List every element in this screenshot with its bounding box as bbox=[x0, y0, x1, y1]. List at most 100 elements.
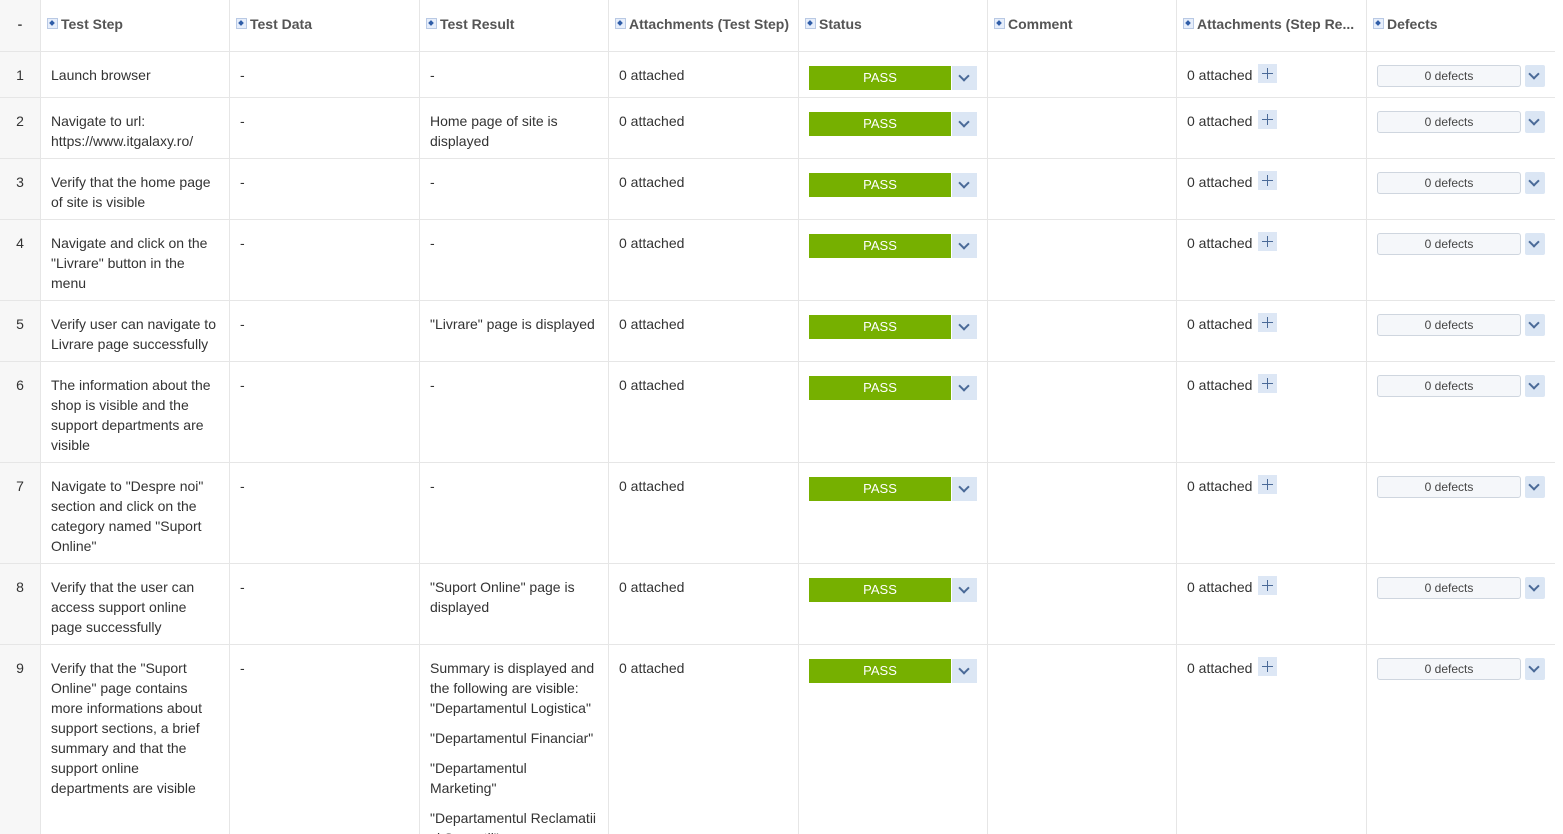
test-result-cell[interactable]: Home page of site is displayed bbox=[430, 98, 606, 151]
pin-icon[interactable] bbox=[1373, 18, 1384, 29]
header-comment[interactable]: Comment bbox=[994, 16, 1172, 32]
table-row[interactable]: 4 Navigate and click on the "Livrare" butt… bbox=[0, 220, 1555, 301]
status-dropdown-button[interactable] bbox=[952, 66, 977, 90]
status-pass-button[interactable]: PASS bbox=[809, 112, 951, 136]
pin-icon[interactable] bbox=[236, 18, 247, 29]
defects-dropdown-button[interactable] bbox=[1525, 577, 1545, 599]
test-result-cell[interactable]: Summary is displayed and the following ar… bbox=[430, 645, 606, 834]
status-pass-button[interactable]: PASS bbox=[809, 173, 951, 197]
header-defects[interactable]: Defects bbox=[1373, 16, 1551, 32]
header-test-step[interactable]: Test Step bbox=[47, 16, 225, 32]
comment-cell[interactable] bbox=[998, 98, 1174, 111]
defects-count-button[interactable]: 0 defects bbox=[1377, 658, 1521, 680]
header-attachments-test-step[interactable]: Attachments (Test Step) bbox=[615, 16, 797, 32]
status-select[interactable]: PASS bbox=[809, 477, 977, 501]
status-pass-button[interactable]: PASS bbox=[809, 66, 951, 90]
header-status[interactable]: Status bbox=[805, 16, 983, 32]
defects-count-button[interactable]: 0 defects bbox=[1377, 314, 1521, 336]
test-data-cell[interactable]: - bbox=[240, 98, 416, 131]
add-attachment-icon[interactable] bbox=[1258, 657, 1278, 676]
table-row[interactable]: 3 Verify that the home page of site is vis… bbox=[0, 159, 1555, 220]
status-dropdown-button[interactable] bbox=[952, 477, 977, 501]
status-select[interactable]: PASS bbox=[809, 66, 977, 90]
defects-count-button[interactable]: 0 defects bbox=[1377, 172, 1521, 194]
add-attachment-icon[interactable] bbox=[1258, 313, 1278, 332]
status-dropdown-button[interactable] bbox=[952, 234, 977, 258]
status-dropdown-button[interactable] bbox=[952, 659, 977, 683]
test-result-cell[interactable]: "Suport Online" page is displayed bbox=[430, 564, 606, 617]
test-step-cell[interactable]: Verify user can navigate to Livrare page … bbox=[51, 301, 227, 354]
defects-count-button[interactable]: 0 defects bbox=[1377, 65, 1521, 87]
add-attachment-icon[interactable] bbox=[1258, 374, 1278, 393]
defects-dropdown-button[interactable] bbox=[1525, 375, 1545, 397]
defects-count-button[interactable]: 0 defects bbox=[1377, 111, 1521, 133]
header-test-result[interactable]: Test Result bbox=[426, 16, 604, 32]
test-data-cell[interactable]: - bbox=[240, 220, 416, 253]
test-data-cell[interactable]: - bbox=[240, 52, 416, 85]
test-result-cell[interactable]: - bbox=[430, 220, 606, 253]
table-row[interactable]: 9 Verify that the "Suport Online" page con… bbox=[0, 645, 1555, 834]
status-pass-button[interactable]: PASS bbox=[809, 315, 951, 339]
status-pass-button[interactable]: PASS bbox=[809, 578, 951, 602]
test-step-cell[interactable]: The information about the shop is visible… bbox=[51, 362, 227, 455]
defects-dropdown-button[interactable] bbox=[1525, 314, 1545, 336]
status-select[interactable]: PASS bbox=[809, 376, 977, 400]
add-attachment-icon[interactable] bbox=[1258, 171, 1278, 190]
defects-dropdown-button[interactable] bbox=[1525, 476, 1545, 498]
comment-cell[interactable] bbox=[998, 362, 1174, 375]
test-data-cell[interactable]: - bbox=[240, 362, 416, 395]
pin-icon[interactable] bbox=[994, 18, 1005, 29]
defects-dropdown-button[interactable] bbox=[1525, 172, 1545, 194]
defects-dropdown-button[interactable] bbox=[1525, 111, 1545, 133]
defects-count-button[interactable]: 0 defects bbox=[1377, 577, 1521, 599]
status-select[interactable]: PASS bbox=[809, 234, 977, 258]
table-row[interactable]: 8 Verify that the user can access support … bbox=[0, 564, 1555, 645]
status-dropdown-button[interactable] bbox=[952, 315, 977, 339]
defects-dropdown-button[interactable] bbox=[1525, 233, 1545, 255]
test-data-cell[interactable]: - bbox=[240, 463, 416, 496]
test-step-cell[interactable]: Navigate to "Despre noi" section and clic… bbox=[51, 463, 227, 556]
status-pass-button[interactable]: PASS bbox=[809, 376, 951, 400]
test-result-cell[interactable]: - bbox=[430, 52, 606, 85]
add-attachment-icon[interactable] bbox=[1258, 110, 1278, 129]
test-result-cell[interactable]: "Livrare" page is displayed bbox=[430, 301, 606, 334]
status-dropdown-button[interactable] bbox=[952, 112, 977, 136]
comment-cell[interactable] bbox=[998, 52, 1174, 65]
test-data-cell[interactable]: - bbox=[240, 564, 416, 597]
status-dropdown-button[interactable] bbox=[952, 173, 977, 197]
defects-count-button[interactable]: 0 defects bbox=[1377, 476, 1521, 498]
status-select[interactable]: PASS bbox=[809, 173, 977, 197]
defects-count-button[interactable]: 0 defects bbox=[1377, 233, 1521, 255]
defects-count-button[interactable]: 0 defects bbox=[1377, 375, 1521, 397]
test-step-cell[interactable]: Launch browser bbox=[51, 52, 227, 85]
status-dropdown-button[interactable] bbox=[952, 376, 977, 400]
add-attachment-icon[interactable] bbox=[1258, 64, 1278, 83]
defects-dropdown-button[interactable] bbox=[1525, 65, 1545, 87]
defects-dropdown-button[interactable] bbox=[1525, 658, 1545, 680]
status-select[interactable]: PASS bbox=[809, 112, 977, 136]
header-test-data[interactable]: Test Data bbox=[236, 16, 414, 32]
comment-cell[interactable] bbox=[998, 463, 1174, 476]
test-data-cell[interactable]: - bbox=[240, 301, 416, 334]
pin-icon[interactable] bbox=[1183, 18, 1194, 29]
test-result-cell[interactable]: - bbox=[430, 159, 606, 192]
header-attachments-step-result[interactable]: Attachments (Step Re... bbox=[1183, 16, 1365, 32]
test-step-cell[interactable]: Navigate to url: https://www.itgalaxy.ro/ bbox=[51, 98, 227, 151]
table-row[interactable]: 1 Launch browser - - 0 attached PASS 0 attache… bbox=[0, 52, 1555, 98]
comment-cell[interactable] bbox=[998, 220, 1174, 233]
table-row[interactable]: 6 The information about the shop is visibl… bbox=[0, 362, 1555, 463]
test-data-cell[interactable]: - bbox=[240, 645, 416, 678]
table-row[interactable]: 5 Verify user can navigate to Livrare page… bbox=[0, 301, 1555, 362]
test-step-cell[interactable]: Verify that the "Suport Online" page cont… bbox=[51, 645, 227, 798]
table-row[interactable]: 2 Navigate to url: https://www.itgalaxy.ro… bbox=[0, 98, 1555, 159]
status-select[interactable]: PASS bbox=[809, 315, 977, 339]
comment-cell[interactable] bbox=[998, 159, 1174, 172]
status-select[interactable]: PASS bbox=[809, 578, 977, 602]
add-attachment-icon[interactable] bbox=[1258, 232, 1278, 251]
test-result-cell[interactable]: - bbox=[430, 362, 606, 395]
comment-cell[interactable] bbox=[998, 301, 1174, 314]
comment-cell[interactable] bbox=[998, 564, 1174, 577]
test-data-cell[interactable]: - bbox=[240, 159, 416, 192]
comment-cell[interactable] bbox=[998, 645, 1174, 658]
pin-icon[interactable] bbox=[805, 18, 816, 29]
